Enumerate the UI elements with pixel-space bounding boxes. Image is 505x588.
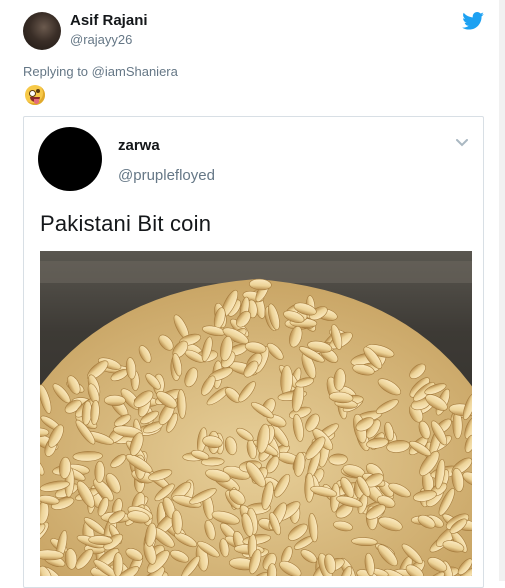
quoted-display-name[interactable]: zarwa xyxy=(118,137,160,154)
quoted-text: Pakistani Bit coin xyxy=(40,211,212,236)
quoted-avatar[interactable] xyxy=(38,127,102,191)
quoted-tweet[interactable]: zarwa @pruplefloyed Pakistani Bit coin xyxy=(23,116,484,588)
display-name[interactable]: Asif Rajani xyxy=(70,12,148,29)
zany-face-icon xyxy=(25,85,45,105)
twitter-bird-icon[interactable] xyxy=(462,12,484,30)
reply-to-link[interactable]: @iamShaniera xyxy=(92,64,178,79)
avatar[interactable] xyxy=(23,12,61,50)
chevron-down-icon[interactable] xyxy=(456,139,468,147)
quoted-handle[interactable]: @pruplefloyed xyxy=(118,167,215,184)
reply-prefix: Replying to xyxy=(23,64,89,79)
handle[interactable]: @rajayy26 xyxy=(70,32,132,47)
reply-line: Replying to @iamShaniera xyxy=(23,64,178,79)
scrollbar[interactable] xyxy=(499,0,505,581)
pine-nuts-photo[interactable] xyxy=(40,251,472,576)
